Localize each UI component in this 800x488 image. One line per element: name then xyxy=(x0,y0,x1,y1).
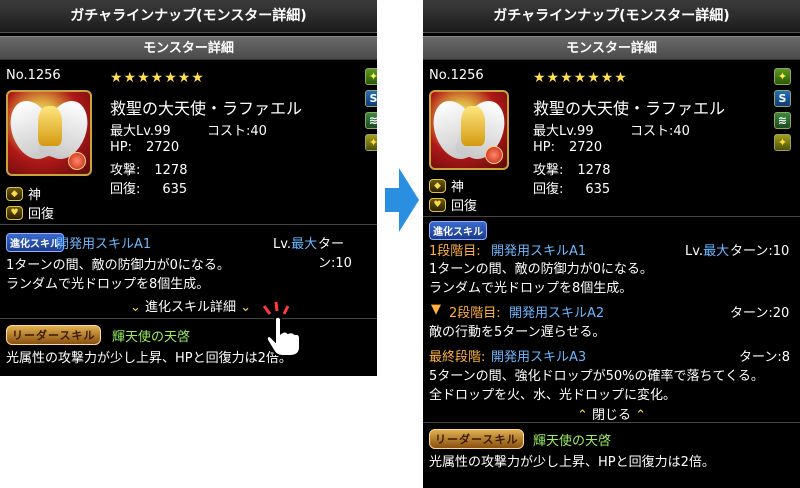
healer-type-icon: ♥ xyxy=(6,205,23,220)
active-skill-section: 進化スキル 開発用スキルA1 Lv.最大 ターン:10 1ターンの間、敵の防御力… xyxy=(0,225,377,319)
god-type-icon: ◆ xyxy=(6,186,23,201)
subheader: モンスター詳細 xyxy=(0,36,377,60)
leader-skill-desc: 光属性の攻撃力が少し上昇、HPと回復力は2倍。 xyxy=(429,455,715,470)
triangle-down-icon: ▼ xyxy=(431,302,441,317)
chevron-up-icon: ⌃ xyxy=(577,408,588,423)
leader-skill-section: リーダースキル 輝天使の天啓 光属性の攻撃力が少し上昇、HPと回復力は2倍。 xyxy=(0,319,377,376)
chevron-up-icon: ⌃ xyxy=(635,408,647,423)
evolution-skill-badge: 進化スキル xyxy=(429,221,487,240)
leader-skill-section: リーダースキル 輝天使の天啓 光属性の攻撃力が少し上昇、HPと回復力は2倍。 xyxy=(423,423,800,483)
skill-desc-line-1: 1ターンの間、敵の防御力が0になる。 xyxy=(6,258,230,273)
skill-boost-icon[interactable]: ✦ xyxy=(365,68,377,85)
subheader: モンスター詳細 xyxy=(423,36,800,60)
skill-boost-plus-icon[interactable]: ✦ xyxy=(774,134,791,151)
rarity-stars: ★★★★★★★ xyxy=(533,70,628,86)
hp-stat: HP: 2720 xyxy=(110,140,180,155)
stage-1-desc-line-2: ランダムで光ドロップを8個生成。 xyxy=(429,281,633,296)
skill-charge-icon[interactable]: S xyxy=(774,90,791,107)
hp-stat: HP: 2720 xyxy=(533,140,603,155)
expand-skill-details-link[interactable]: ⌄ 進化スキル詳細 ⌄ xyxy=(130,296,251,315)
stage-2-label: 2段階目: xyxy=(449,306,501,321)
monster-portrait[interactable] xyxy=(6,90,92,176)
final-stage-skill-name: 開発用スキルA3 xyxy=(491,350,587,365)
max-level: 最大Lv.99 xyxy=(533,124,594,139)
recovery-stat: 回復: 635 xyxy=(533,182,611,197)
attack-stat: 攻撃: 1278 xyxy=(533,163,611,178)
monster-name: 救聖の大天使・ラファエル xyxy=(533,99,726,118)
monster-detail-panel-expanded: ガチャラインナップ(モンスター詳細) モンスター詳細 No.1256 ★★★★★… xyxy=(423,0,800,488)
type-healer: ♥ 回復 xyxy=(429,195,477,214)
skill-name: 開発用スキルA1 xyxy=(56,237,152,252)
final-stage-label: 最終段階: xyxy=(429,350,486,365)
stage-2-desc: 敵の行動を5ターン遅らせる。 xyxy=(429,325,606,340)
active-skill-section-expanded: 進化スキル 1段階目: 開発用スキルA1 Lv.最大 ターン:10 1ターンの間… xyxy=(423,217,800,423)
rarity-stars: ★★★★★★★ xyxy=(110,70,205,86)
skill-boost-icon[interactable]: ✦ xyxy=(774,68,791,85)
skill-level: Lv.最大 xyxy=(685,244,730,259)
monster-cost: コスト:40 xyxy=(207,124,267,139)
window-title: ガチャラインナップ(モンスター詳細) xyxy=(423,0,800,33)
stage-2-skill-name: 開発用スキルA2 xyxy=(509,306,605,321)
monster-info: No.1256 ★★★★★★★ 救聖の大天使・ラファエル 最大Lv.99 コスト… xyxy=(0,60,377,225)
leader-skill-name: 輝天使の天啓 xyxy=(112,330,191,345)
chevron-down-icon: ⌄ xyxy=(240,300,252,315)
final-stage-turns: ターン:8 xyxy=(739,350,791,365)
monster-cost: コスト:40 xyxy=(630,124,690,139)
stage-1-turns: ターン:10 xyxy=(730,244,790,259)
attack-stat: 攻撃: 1278 xyxy=(110,163,188,178)
monster-name: 救聖の大天使・ラファエル xyxy=(110,99,303,118)
monster-number: No.1256 xyxy=(429,68,484,83)
stage-1-desc-line-1: 1ターンの間、敵の防御力が0になる。 xyxy=(429,262,653,277)
god-type-icon: ◆ xyxy=(429,178,446,193)
monster-portrait[interactable] xyxy=(429,90,509,170)
skill-turns: ターン:10 xyxy=(318,237,352,271)
leader-skill-name: 輝天使の天啓 xyxy=(533,434,612,449)
leader-skill-desc: 光属性の攻撃力が少し上昇、HPと回復力は2倍。 xyxy=(6,351,292,366)
final-stage-desc-line-1: 5ターンの間、強化ドロップが50%の確率で落ちてくる。 xyxy=(429,369,764,384)
max-level: 最大Lv.99 xyxy=(110,124,171,139)
leader-skill-badge: リーダースキル xyxy=(429,429,525,449)
stage-2-turns: ターン:20 xyxy=(730,306,790,321)
leader-skill-badge: リーダースキル xyxy=(6,325,102,345)
type-god: ◆ 神 xyxy=(6,184,41,203)
type-healer: ♥ 回復 xyxy=(6,203,54,222)
skill-desc-line-2: ランダムで光ドロップを8個生成。 xyxy=(6,277,210,292)
final-stage-desc-line-2: 全ドロップを火、水、光ドロップに変化。 xyxy=(429,388,677,403)
bind-resist-icon[interactable]: ≋ xyxy=(365,112,377,129)
window-title: ガチャラインナップ(モンスター詳細) xyxy=(0,0,377,33)
monster-info: No.1256 ★★★★★★★ 救聖の大天使・ラファエル 最大Lv.99 コスト… xyxy=(423,60,800,217)
skill-boost-plus-icon[interactable]: ✦ xyxy=(365,134,377,151)
stage-1-label: 1段階目: xyxy=(429,244,481,259)
healer-type-icon: ♥ xyxy=(429,197,446,212)
tap-hand-icon xyxy=(262,301,301,356)
skill-charge-icon[interactable]: S xyxy=(365,90,377,107)
monster-detail-panel-collapsed: ガチャラインナップ(モンスター詳細) モンスター詳細 No.1256 ★★★★★… xyxy=(0,0,377,376)
recovery-stat: 回復: 635 xyxy=(110,182,188,197)
arrow-right-icon xyxy=(385,168,419,232)
chevron-down-icon: ⌄ xyxy=(130,300,141,315)
stage-1-skill-name: 開発用スキルA1 xyxy=(491,244,587,259)
type-god: ◆ 神 xyxy=(429,176,464,195)
collapse-skill-details-link[interactable]: ⌃ 閉じる ⌃ xyxy=(577,404,646,423)
bind-resist-icon[interactable]: ≋ xyxy=(774,112,791,129)
monster-number: No.1256 xyxy=(6,68,61,83)
skill-level: Lv.最大 xyxy=(273,237,318,252)
